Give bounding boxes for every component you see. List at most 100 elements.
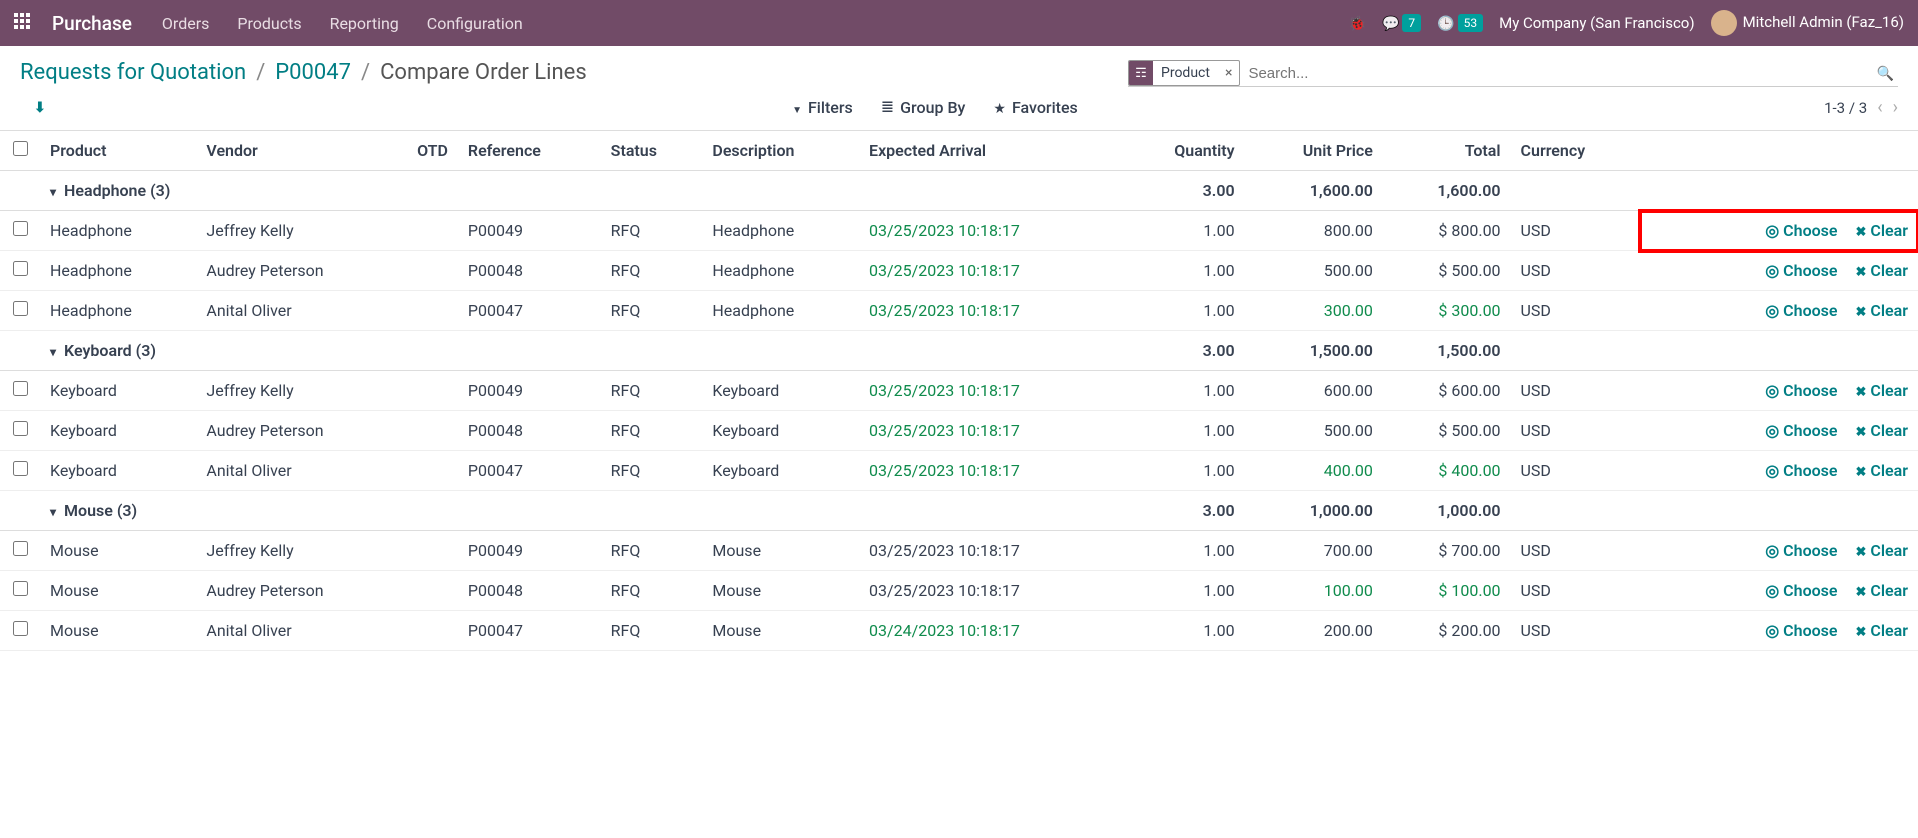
cell-reference: P00049 bbox=[458, 371, 601, 411]
company-switcher[interactable]: My Company (San Francisco) bbox=[1499, 14, 1694, 32]
cell-total: $ 700.00 bbox=[1383, 531, 1511, 571]
cell-description: Mouse bbox=[702, 531, 859, 571]
choose-button[interactable]: Choose bbox=[1765, 421, 1837, 440]
menu-reporting[interactable]: Reporting bbox=[330, 14, 399, 33]
row-checkbox[interactable] bbox=[13, 261, 28, 276]
col-qty[interactable]: Quantity bbox=[1121, 131, 1244, 171]
choose-button[interactable]: Choose bbox=[1765, 581, 1837, 600]
cell-vendor: Audrey Peterson bbox=[196, 411, 407, 451]
breadcrumb: Requests for Quotation / P00047 / Compar… bbox=[20, 60, 587, 85]
row-checkbox[interactable] bbox=[13, 581, 28, 596]
group-qty: 3.00 bbox=[1121, 491, 1244, 531]
cell-vendor: Jeffrey Kelly bbox=[196, 371, 407, 411]
breadcrumb-root[interactable]: Requests for Quotation bbox=[20, 60, 246, 85]
group-header[interactable]: Mouse (3) bbox=[40, 491, 1121, 531]
row-checkbox[interactable] bbox=[13, 541, 28, 556]
clear-button[interactable]: Clear bbox=[1856, 301, 1908, 320]
close-icon bbox=[1856, 301, 1867, 320]
col-currency[interactable]: Currency bbox=[1511, 131, 1641, 171]
choose-button[interactable]: Choose bbox=[1765, 261, 1837, 280]
target-icon bbox=[1765, 461, 1779, 480]
cell-description: Keyboard bbox=[702, 411, 859, 451]
group-total: 1,000.00 bbox=[1383, 491, 1511, 531]
menu-orders[interactable]: Orders bbox=[162, 14, 209, 33]
facet-remove[interactable]: × bbox=[1218, 65, 1239, 81]
search-input[interactable] bbox=[1240, 61, 1872, 86]
choose-button[interactable]: Choose bbox=[1765, 621, 1837, 640]
cell-qty: 1.00 bbox=[1121, 371, 1244, 411]
apps-icon[interactable] bbox=[14, 13, 34, 33]
row-checkbox[interactable] bbox=[13, 621, 28, 636]
filters-button[interactable]: Filters bbox=[792, 98, 853, 117]
group-header[interactable]: Keyboard (3) bbox=[40, 331, 1121, 371]
cell-product: Mouse bbox=[40, 531, 196, 571]
choose-button[interactable]: Choose bbox=[1765, 381, 1837, 400]
row-checkbox[interactable] bbox=[13, 421, 28, 436]
cell-product: Mouse bbox=[40, 571, 196, 611]
row-checkbox[interactable] bbox=[13, 381, 28, 396]
group-total: 1,500.00 bbox=[1383, 331, 1511, 371]
col-vendor[interactable]: Vendor bbox=[196, 131, 407, 171]
col-product[interactable]: Product bbox=[40, 131, 196, 171]
layers-icon: ☶ bbox=[1129, 61, 1153, 85]
cell-total: $ 800.00 bbox=[1383, 211, 1511, 251]
group-header[interactable]: Headphone (3) bbox=[40, 171, 1121, 211]
cell-arrival: 03/25/2023 10:18:17 bbox=[859, 291, 1121, 331]
col-arrival[interactable]: Expected Arrival bbox=[859, 131, 1121, 171]
groupby-button[interactable]: Group By bbox=[881, 98, 966, 117]
select-all-checkbox[interactable] bbox=[13, 141, 28, 156]
choose-button[interactable]: Choose bbox=[1765, 541, 1837, 560]
col-otd[interactable]: OTD bbox=[407, 131, 458, 171]
clear-button[interactable]: Clear bbox=[1856, 461, 1908, 480]
target-icon bbox=[1765, 381, 1779, 400]
chevron-down-icon bbox=[50, 181, 64, 200]
cell-status: RFQ bbox=[601, 531, 703, 571]
pager-next[interactable]: › bbox=[1893, 97, 1898, 118]
pager-text: 1-3 / 3 bbox=[1824, 99, 1867, 117]
col-description[interactable]: Description bbox=[702, 131, 859, 171]
cell-total: $ 100.00 bbox=[1383, 571, 1511, 611]
row-checkbox[interactable] bbox=[13, 221, 28, 236]
choose-button[interactable]: Choose bbox=[1765, 301, 1837, 320]
col-reference[interactable]: Reference bbox=[458, 131, 601, 171]
export-button[interactable] bbox=[34, 100, 46, 116]
col-actions bbox=[1640, 131, 1918, 171]
cell-total: $ 200.00 bbox=[1383, 611, 1511, 651]
user-menu[interactable]: Mitchell Admin (Faz_16) bbox=[1711, 10, 1904, 36]
favorites-button[interactable]: Favorites bbox=[993, 98, 1077, 117]
pager-prev[interactable]: ‹ bbox=[1877, 97, 1882, 118]
clear-button[interactable]: Clear bbox=[1856, 261, 1908, 280]
group-price: 1,500.00 bbox=[1245, 331, 1383, 371]
bug-icon[interactable] bbox=[1349, 14, 1366, 32]
clear-button[interactable]: Clear bbox=[1856, 421, 1908, 440]
row-checkbox[interactable] bbox=[13, 301, 28, 316]
cell-reference: P00047 bbox=[458, 291, 601, 331]
activities-button[interactable]: 53 bbox=[1437, 14, 1483, 33]
row-checkbox[interactable] bbox=[13, 461, 28, 476]
close-icon bbox=[1856, 581, 1867, 600]
search-icon[interactable] bbox=[1873, 60, 1898, 86]
col-status[interactable]: Status bbox=[601, 131, 703, 171]
clear-button[interactable]: Clear bbox=[1856, 381, 1908, 400]
clear-button[interactable]: Clear bbox=[1856, 221, 1908, 240]
menu-configuration[interactable]: Configuration bbox=[427, 14, 523, 33]
clear-button[interactable]: Clear bbox=[1856, 541, 1908, 560]
messaging-button[interactable]: 7 bbox=[1382, 14, 1421, 33]
menu-products[interactable]: Products bbox=[237, 14, 301, 33]
cell-vendor: Jeffrey Kelly bbox=[196, 531, 407, 571]
group-price: 1,600.00 bbox=[1245, 171, 1383, 211]
col-price[interactable]: Unit Price bbox=[1245, 131, 1383, 171]
cell-currency: USD bbox=[1511, 571, 1641, 611]
clear-button[interactable]: Clear bbox=[1856, 621, 1908, 640]
choose-button[interactable]: Choose bbox=[1765, 461, 1837, 480]
choose-button[interactable]: Choose bbox=[1765, 221, 1837, 240]
close-icon bbox=[1856, 421, 1867, 440]
cell-price: 700.00 bbox=[1245, 531, 1383, 571]
app-brand[interactable]: Purchase bbox=[52, 12, 132, 35]
topbar: Purchase Orders Products Reporting Confi… bbox=[0, 0, 1918, 46]
breadcrumb-mid[interactable]: P00047 bbox=[275, 60, 351, 85]
col-total[interactable]: Total bbox=[1383, 131, 1511, 171]
cell-otd bbox=[407, 211, 458, 251]
chat-icon bbox=[1382, 14, 1399, 32]
clear-button[interactable]: Clear bbox=[1856, 581, 1908, 600]
